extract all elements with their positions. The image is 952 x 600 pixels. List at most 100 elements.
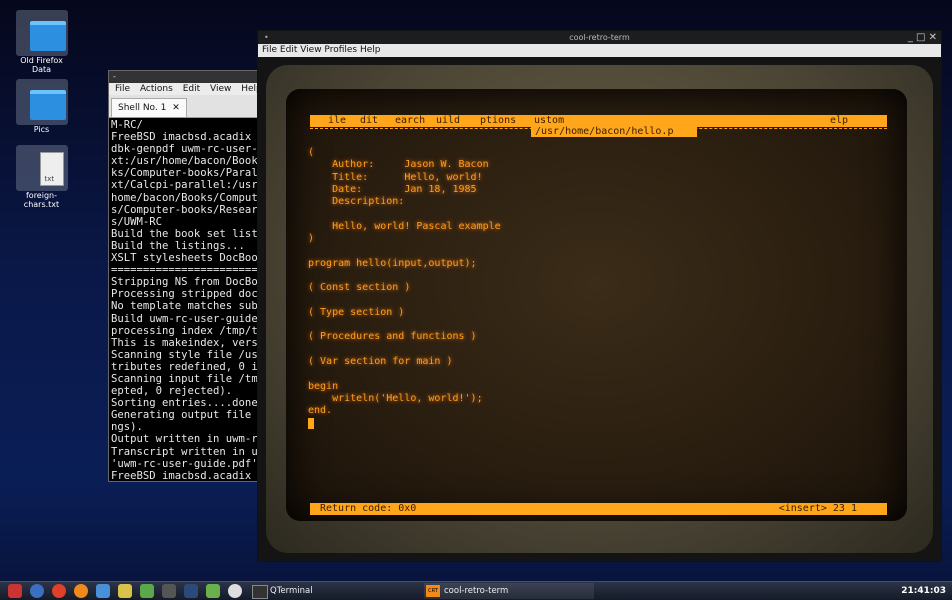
monitor-bezel: ile dit earch uild ptions ustom elp /usr… — [266, 65, 933, 553]
code-line: ( Type section ) — [308, 306, 405, 318]
code-line: writeln('Hello, world!'); — [308, 392, 483, 404]
code-line: ( Const section ) — [308, 282, 411, 294]
desktop-icon-foreign-chars[interactable]: txt foreign-chars.txt — [10, 145, 73, 209]
task-qterminal[interactable]: QTerminal — [250, 583, 420, 599]
editor-menu-build[interactable]: uild — [436, 115, 460, 127]
terminal-line: processing index /tmp/t — [111, 324, 258, 337]
image-viewer-icon[interactable] — [118, 584, 132, 598]
terminal-line: 'uwm-rc-user-guide.pdf' — [111, 457, 258, 470]
desktop-icon-label: Pics — [33, 125, 50, 134]
terminal-line: No template matches sub — [111, 300, 258, 313]
terminal-launcher-icon[interactable] — [162, 584, 176, 598]
terminal-line: ks/Computer-books/Paral — [111, 167, 258, 180]
code-line: end. — [308, 405, 333, 417]
code-line: program hello(input,output); — [308, 257, 477, 269]
code-line: Date: Jan 18, 1985 — [308, 183, 477, 195]
terminal-line: Processing stripped doc — [111, 288, 258, 301]
terminal-line: FreeBSD imacbsd.acadix — [111, 131, 252, 144]
menu-actions[interactable]: Actions — [140, 84, 173, 94]
editor-menu-edit[interactable]: dit — [360, 115, 378, 127]
editor-menu-help[interactable]: elp — [830, 115, 848, 127]
code-line: Description: — [308, 196, 405, 208]
terminal-output[interactable]: M-RC/FreeBSD imacbsd.acadix dbk-genpdf uw… — [109, 118, 269, 479]
tools-icon[interactable] — [206, 584, 220, 598]
desktop-icon-old-firefox-data[interactable]: Old Firefox Data — [10, 10, 73, 74]
window-title: cool-retro-term — [569, 33, 630, 42]
cool-retro-term-window[interactable]: • cool-retro-term _ □ ✕ File Edit View P… — [257, 30, 942, 562]
desktop-icon-label: Old Firefox Data — [20, 56, 63, 74]
crt-titlebar[interactable]: • cool-retro-term _ □ ✕ — [258, 31, 941, 44]
cursor-position: <insert> 23 1 — [778, 503, 857, 514]
task-cool-retro-term[interactable]: CRT cool-retro-term — [424, 583, 594, 599]
text-cursor — [308, 417, 314, 429]
terminal-line: Transcript written in u — [111, 445, 258, 458]
editor-menu-options[interactable]: ptions — [480, 115, 516, 127]
terminal-line: ======================== — [111, 264, 265, 277]
crt-screen[interactable]: ile dit earch uild ptions ustom elp /usr… — [286, 89, 907, 521]
terminal-icon — [252, 585, 268, 599]
return-code: Return code: 0x0 — [320, 503, 417, 514]
qterminal-tabbar: Shell No. 1 ✕ — [109, 95, 269, 118]
code-line: ( Procedures and functions ) — [308, 331, 477, 343]
settings-icon[interactable] — [30, 584, 44, 598]
software-icon[interactable] — [140, 584, 154, 598]
terminal-line: home/bacon/Books/Comput — [111, 191, 258, 204]
menu-file[interactable]: File — [115, 84, 130, 94]
code-line: ( Var section for main ) — [308, 356, 453, 368]
workspace-icon[interactable] — [184, 584, 198, 598]
terminal-line: Stripping NS from DocBo — [111, 276, 258, 289]
folder-icon — [15, 79, 68, 125]
terminal-line: Build the book set list — [111, 227, 258, 240]
terminal-line: Sorting entries....done — [111, 397, 258, 410]
terminal-line: ngs). — [111, 421, 143, 434]
window-controls[interactable]: _ □ ✕ — [908, 31, 937, 44]
terminal-line: M-RC/ — [111, 119, 143, 131]
terminal-line: epted, 0 rejected). — [111, 385, 233, 398]
editor-code[interactable]: ( Author: Jason W. Bacon Title: Hello, w… — [308, 147, 501, 430]
firefox-icon[interactable] — [74, 584, 88, 598]
clock: 21:41:03 — [901, 586, 946, 596]
code-line: begin — [308, 380, 339, 392]
qterminal-titlebar[interactable]: - — [109, 71, 269, 83]
terminal-line: Build uwm-rc-user-guide — [111, 312, 258, 325]
terminal-line: Generating output file — [111, 409, 252, 422]
tab-label: Shell No. 1 — [118, 103, 167, 113]
desktop-icon-pics[interactable]: Pics — [10, 79, 73, 134]
code-line: Author: Jason W. Bacon — [308, 159, 489, 171]
menu-edit[interactable]: Edit — [183, 84, 200, 94]
editor-menu-search[interactable]: earch — [395, 115, 425, 127]
terminal-line: s/Computer-books/Resear — [111, 203, 258, 216]
terminal-line: xt/Calcpi-parallel:/usr — [111, 179, 258, 192]
crt-display: ile dit earch uild ptions ustom elp /usr… — [258, 57, 941, 561]
menu-view[interactable]: View — [210, 84, 231, 94]
editor-menu-file[interactable]: ile — [328, 115, 346, 127]
folder-icon — [15, 10, 68, 56]
terminal-line: Scanning input file /tm — [111, 372, 258, 385]
thunderbird-icon[interactable] — [96, 584, 110, 598]
qterminal-menubar: File Actions Edit View Help — [109, 83, 269, 95]
crt-menubar[interactable]: File Edit View Profiles Help — [258, 44, 941, 57]
close-icon[interactable]: ✕ — [172, 103, 180, 113]
terminal-line: Scanning style file /us — [111, 348, 258, 361]
window-menu-icon[interactable]: • — [264, 31, 269, 44]
qterminal-window[interactable]: - File Actions Edit View Help Shell No. … — [108, 70, 270, 482]
editor-statusbar: Return code: 0x0 <insert> 23 1 — [310, 503, 887, 515]
media-icon[interactable] — [228, 584, 242, 598]
desktop-icon-label: foreign-chars.txt — [23, 191, 60, 209]
task-label: cool-retro-term — [444, 586, 509, 596]
terminal-line: XSLT stylesheets DocBoo — [111, 252, 258, 265]
text-file-icon: txt — [15, 145, 68, 191]
file-path-tab[interactable]: /usr/home/bacon/hello.p — [531, 126, 697, 137]
code-line: ) — [308, 233, 315, 245]
code-line: Title: Hello, world! — [308, 171, 483, 183]
terminal-line: s/UWM-RC — [111, 215, 163, 228]
task-label: QTerminal — [270, 586, 313, 596]
tab-shell-1[interactable]: Shell No. 1 ✕ — [111, 98, 187, 117]
ubuntu-icon[interactable] — [52, 584, 66, 598]
start-menu-icon[interactable] — [8, 584, 22, 598]
